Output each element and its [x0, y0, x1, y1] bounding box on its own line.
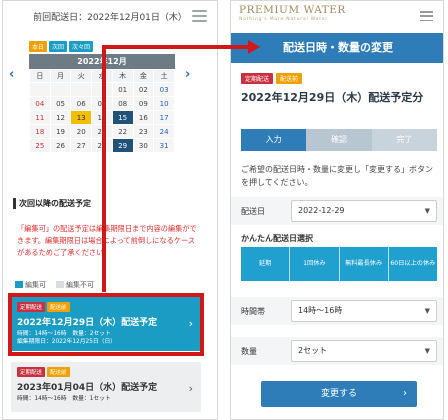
- flow-arrow-icon: [102, 40, 260, 292]
